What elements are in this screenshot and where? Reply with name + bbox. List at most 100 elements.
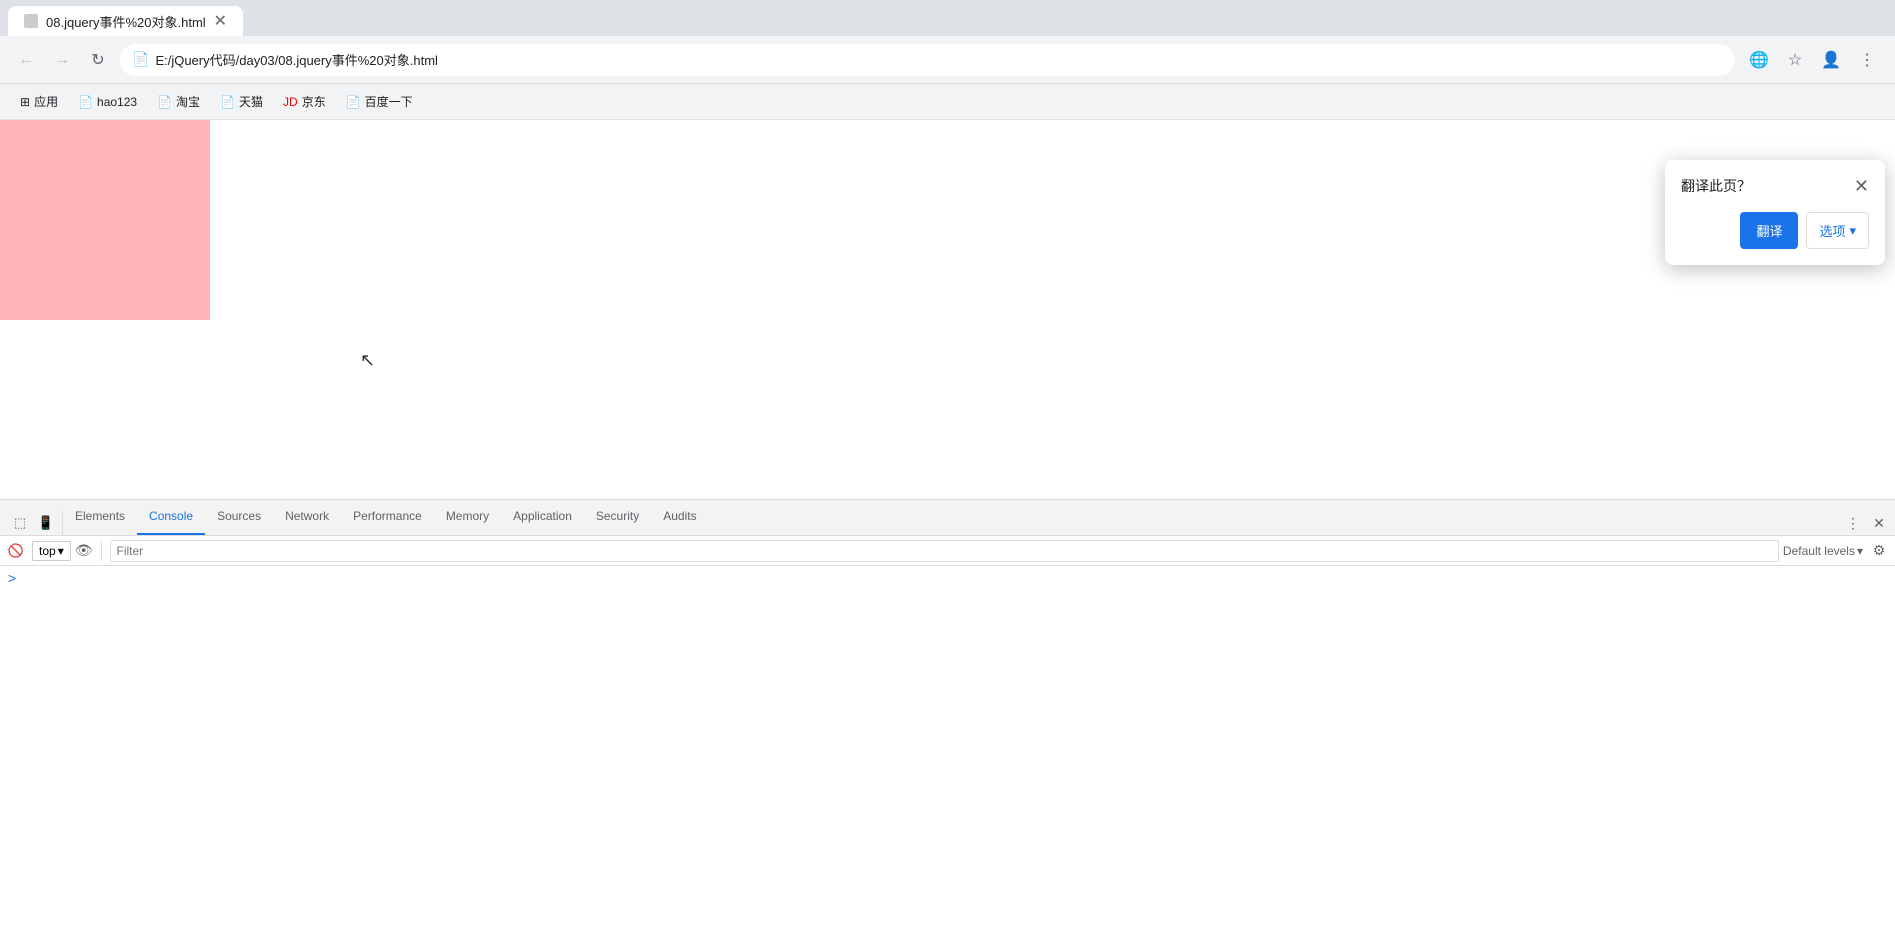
devtools-tab-security[interactable]: Security (584, 499, 651, 535)
reload-icon: ↻ (91, 50, 104, 70)
tianmao-label: 天猫 (239, 93, 263, 110)
baidu-icon: 📄 (346, 95, 361, 109)
tab-security-label: Security (596, 509, 639, 523)
log-level-selector[interactable]: Default levels ▾ (1783, 544, 1863, 558)
taobao-icon: 📄 (157, 95, 172, 109)
apps-icon: ⊞ (20, 95, 30, 109)
clear-console-button[interactable]: 🚫 (4, 539, 28, 563)
tab-sources-label: Sources (217, 509, 261, 523)
address-input[interactable]: 📄 E:/jQuery代码/day03/08.jquery事件%20对象.htm… (120, 44, 1735, 76)
forward-icon: → (54, 51, 70, 69)
main-content: ↖ 翻译此页？ ✕ 翻译 选项 ▾ (0, 120, 1895, 939)
devtools-device-button[interactable]: 📱 (34, 511, 58, 535)
star-icon: ☆ (1788, 50, 1802, 70)
devtools-close-icon: ✕ (1873, 515, 1885, 532)
devtools-tab-memory[interactable]: Memory (434, 499, 501, 535)
bookmark-tianmao[interactable]: 📄 天猫 (212, 89, 271, 114)
inspect-icon: ⬚ (14, 515, 26, 531)
url-text: E:/jQuery代码/day03/08.jquery事件%20对象.html (155, 50, 1723, 69)
tab-close-button[interactable]: ✕ (214, 11, 227, 31)
devtools-right-icons: ⋮ ✕ (1841, 511, 1895, 535)
reload-button[interactable]: ↻ (84, 46, 112, 74)
page-info-icon: 📄 (132, 51, 149, 68)
tab-audits-label: Audits (663, 509, 696, 523)
device-icon: 📱 (38, 515, 54, 531)
tab-application-label: Application (513, 509, 572, 523)
devtools-tabs-bar: ⬚ 📱 Elements Console Sources Network (0, 500, 1895, 536)
baidu-label: 百度一下 (365, 93, 413, 110)
address-bar: ← → ↻ 📄 E:/jQuery代码/day03/08.jquery事件%20… (0, 36, 1895, 84)
settings-icon: ⚙ (1873, 542, 1886, 559)
clear-icon: 🚫 (8, 543, 24, 559)
profile-button[interactable]: 👤 (1815, 44, 1847, 76)
context-selector[interactable]: top ▾ (32, 541, 71, 561)
devtools-tab-network[interactable]: Network (273, 499, 341, 535)
menu-button[interactable]: ⋮ (1851, 44, 1883, 76)
page-area: ↖ 翻译此页？ ✕ 翻译 选项 ▾ (0, 120, 1895, 499)
devtools-close-button[interactable]: ✕ (1867, 511, 1891, 535)
bookmark-apps[interactable]: ⊞ 应用 (12, 89, 66, 114)
eye-button[interactable]: 👁 (75, 542, 93, 559)
console-toolbar: 🚫 top ▾ 👁 Default levels ▾ ⚙ (0, 536, 1895, 566)
devtools-tab-elements[interactable]: Elements (63, 499, 137, 535)
tab-console-label: Console (149, 509, 193, 523)
pink-box (0, 120, 210, 320)
console-settings-button[interactable]: ⚙ (1867, 539, 1891, 563)
devtools-tab-audits[interactable]: Audits (651, 499, 708, 535)
bookmark-jd[interactable]: JD 京东 (275, 89, 334, 114)
devtools-inspect-button[interactable]: ⬚ (8, 511, 32, 535)
tianmao-icon: 📄 (220, 95, 235, 109)
devtools-tab-sources[interactable]: Sources (205, 499, 273, 535)
bookmark-taobao[interactable]: 📄 淘宝 (149, 89, 208, 114)
mouse-cursor: ↖ (360, 350, 374, 370)
level-label: Default levels (1783, 544, 1855, 558)
tab-network-label: Network (285, 509, 329, 523)
options-arrow-icon: ▾ (1849, 223, 1856, 239)
devtools-panel: ⬚ 📱 Elements Console Sources Network (0, 499, 1895, 939)
tab-favicon (24, 14, 38, 28)
jd-label: 京东 (302, 93, 326, 110)
hao123-label: hao123 (97, 95, 137, 109)
devtools-tab-console[interactable]: Console (137, 499, 205, 535)
options-label: 选项 (1819, 221, 1845, 240)
context-value: top (39, 544, 56, 558)
console-prompt[interactable]: > (8, 570, 16, 586)
level-arrow-icon: ▾ (1857, 544, 1863, 558)
jd-icon: JD (283, 95, 298, 109)
tab-elements-label: Elements (75, 509, 125, 523)
active-tab[interactable]: 08.jquery事件%20对象.html ✕ (8, 6, 243, 36)
hao123-icon: 📄 (78, 95, 93, 109)
taobao-label: 淘宝 (176, 93, 200, 110)
translate-popup-buttons: 翻译 选项 ▾ (1681, 212, 1869, 249)
devtools-left-icons: ⬚ 📱 (4, 511, 63, 535)
console-content[interactable]: > (0, 566, 1895, 939)
devtools-tab-performance[interactable]: Performance (341, 499, 434, 535)
browser-chrome: 08.jquery事件%20对象.html ✕ ← → ↻ 📄 E:/jQuer… (0, 0, 1895, 939)
translate-icon-button[interactable]: 🌐 (1743, 44, 1775, 76)
bookmark-button[interactable]: ☆ (1779, 44, 1811, 76)
translate-popup-header: 翻译此页？ ✕ (1681, 176, 1869, 196)
forward-button[interactable]: → (48, 46, 76, 74)
translate-popup: 翻译此页？ ✕ 翻译 选项 ▾ (1665, 160, 1885, 265)
tab-title: 08.jquery事件%20对象.html (46, 12, 206, 31)
translate-options-button[interactable]: 选项 ▾ (1806, 212, 1869, 249)
tab-performance-label: Performance (353, 509, 422, 523)
back-button[interactable]: ← (12, 46, 40, 74)
bookmark-baidu[interactable]: 📄 百度一下 (338, 89, 421, 114)
menu-icon: ⋮ (1859, 50, 1875, 70)
toolbar-divider (101, 541, 102, 561)
translate-popup-title: 翻译此页？ (1681, 176, 1751, 196)
bookmark-hao123[interactable]: 📄 hao123 (70, 91, 145, 113)
devtools-more-icon: ⋮ (1846, 515, 1860, 532)
context-arrow-icon: ▾ (58, 544, 64, 558)
profile-icon: 👤 (1821, 50, 1841, 70)
filter-input[interactable] (110, 540, 1779, 562)
apps-label: 应用 (34, 93, 58, 110)
tab-bar: 08.jquery事件%20对象.html ✕ (0, 0, 1895, 36)
devtools-tab-application[interactable]: Application (501, 499, 584, 535)
browser-right-icons: 🌐 ☆ 👤 ⋮ (1743, 44, 1883, 76)
devtools-more-button[interactable]: ⋮ (1841, 511, 1865, 535)
translate-close-button[interactable]: ✕ (1854, 177, 1869, 195)
tab-memory-label: Memory (446, 509, 489, 523)
translate-confirm-button[interactable]: 翻译 (1740, 212, 1798, 249)
